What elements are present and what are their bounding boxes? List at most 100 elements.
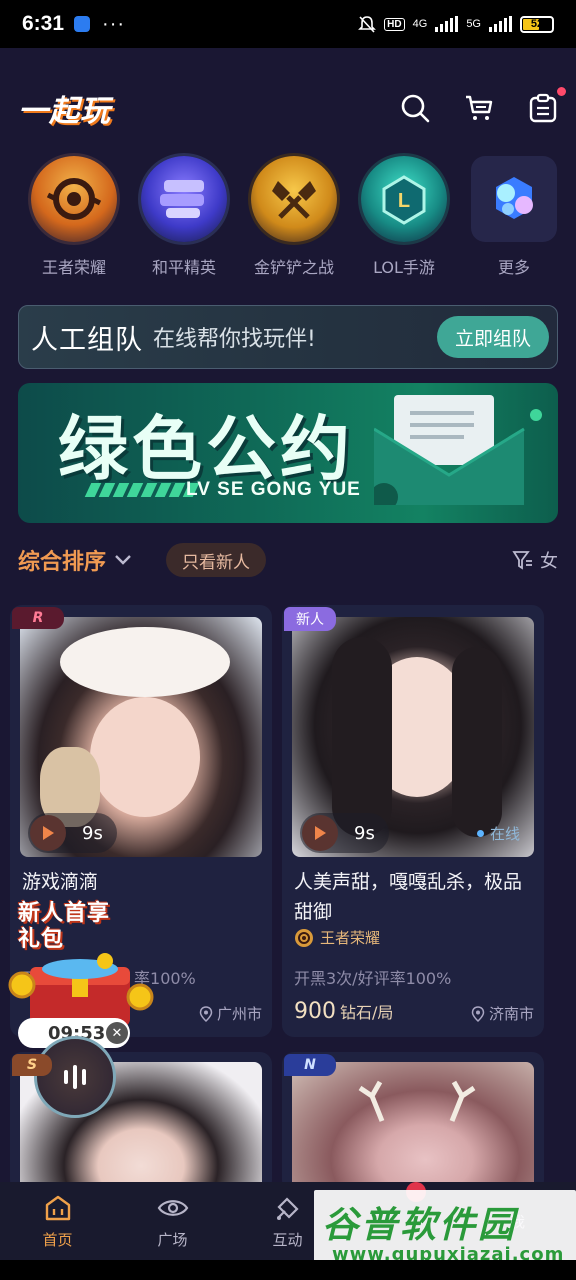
promo-line1: 新人首享 <box>18 901 111 926</box>
app-logo: 一起玩 <box>18 94 111 129</box>
status-bar: 6:31 ··· HD 4G 5G 52 <box>0 0 576 48</box>
hd-badge: HD <box>384 17 405 31</box>
app-notification-icon <box>74 16 91 32</box>
banner-subtitle: LV SE GONG YUE <box>186 479 361 500</box>
antler-decoration-icon <box>358 1080 476 1122</box>
honor-of-kings-icon <box>295 928 313 947</box>
notification-dot <box>557 87 566 96</box>
team-banner-subtitle: 在线帮你找玩伴! <box>153 327 316 352</box>
more-games-icon <box>471 156 557 242</box>
card-city: 广州市 <box>199 1003 262 1024</box>
sort-label: 综合排序 <box>18 550 107 575</box>
banner-stripes <box>84 483 200 497</box>
team-banner-title: 人工组队 <box>31 324 143 356</box>
location-icon <box>471 1005 485 1022</box>
net-4g-label: 4G <box>412 18 428 30</box>
game-label: 金铲铲之战 <box>253 258 334 277</box>
voice-intro-button[interactable]: 9s <box>28 813 117 853</box>
music-player-button[interactable] <box>34 1036 116 1118</box>
play-icon <box>30 815 66 851</box>
price-unit: 钻石/局 <box>340 1003 394 1022</box>
tab-square[interactable]: 广场 <box>115 1182 230 1260</box>
svg-text:L: L <box>398 190 410 212</box>
game-peace-elite[interactable]: 和平精英 <box>134 156 234 278</box>
home-icon <box>45 1195 70 1220</box>
sort-dropdown[interactable]: 综合排序 <box>18 544 132 576</box>
mute-icon <box>358 16 377 33</box>
battery-level: 52 <box>530 18 544 30</box>
game-label: 王者荣耀 <box>41 258 106 277</box>
city-label: 济南市 <box>488 1005 534 1023</box>
game-label: 更多 <box>497 258 530 277</box>
eye-icon <box>157 1199 188 1216</box>
interact-icon <box>276 1196 299 1220</box>
game-categories: 王者荣耀 和平精英 金铲铲之战 L LOL手游 更多 <box>24 156 564 278</box>
voice-duration: 9s <box>82 822 103 844</box>
orders-button[interactable] <box>528 87 566 123</box>
companion-card[interactable]: 新人 9s 在线 人美声甜，嘎嘎乱杀，极品甜御 王者荣耀 开黑3次/好评率100… <box>282 605 544 1037</box>
price-value: 900 <box>294 999 336 1024</box>
game-golden-spatula[interactable]: 金铲铲之战 <box>244 156 344 278</box>
tab-label: 广场 <box>157 1230 188 1249</box>
sort-bar: 综合排序 只看新人 女 <box>18 540 558 580</box>
battery-icon: 52 <box>520 15 554 33</box>
profile-photo: 9s 在线 <box>292 617 534 857</box>
rank-tag: N <box>284 1054 336 1076</box>
new-tag: 新人 <box>284 607 336 631</box>
filter-label: 女 <box>540 551 558 572</box>
game-label: LOL手游 <box>373 258 435 277</box>
clipboard-icon <box>529 93 557 123</box>
game-name: 王者荣耀 <box>320 929 381 947</box>
envelope-icon <box>374 395 542 505</box>
card-title: 人美声甜，嘎嘎乱杀，极品甜御 <box>294 871 523 923</box>
card-city: 济南市 <box>471 1003 534 1024</box>
online-label: 在线 <box>489 825 520 843</box>
companion-card[interactable]: N <box>282 1052 544 1192</box>
team-up-button[interactable]: 立即组队 <box>437 316 549 358</box>
lol-mobile-icon: L <box>361 156 447 242</box>
game-lol-mobile[interactable]: L LOL手游 <box>354 156 454 278</box>
team-up-banner[interactable]: 人工组队 在线帮你找玩伴! 立即组队 <box>18 305 558 369</box>
card-stats: 开黑3次/好评率100% <box>294 969 452 988</box>
signal-icon <box>435 16 459 32</box>
peace-elite-icon <box>141 156 227 242</box>
green-pact-banner[interactable]: 绿色公约 LV SE GONG YUE <box>18 383 558 523</box>
voice-intro-button[interactable]: 9s <box>300 813 389 853</box>
card-title: 游戏滴滴 <box>22 871 99 893</box>
online-status: 在线 <box>476 823 520 844</box>
rank-tag: R <box>12 607 64 629</box>
profile-photo <box>292 1062 534 1192</box>
game-label: 和平精英 <box>151 258 216 277</box>
city-label: 广州市 <box>216 1005 262 1023</box>
filter-icon <box>512 551 532 570</box>
tab-label: 首页 <box>42 1230 73 1249</box>
rank-tag: S <box>12 1054 52 1076</box>
game-more[interactable]: 更多 <box>464 156 564 278</box>
golden-spatula-icon <box>251 156 337 242</box>
tab-label: 互动 <box>272 1230 303 1249</box>
profile-photo: 9s <box>20 617 262 857</box>
signal-icon <box>489 16 512 32</box>
new-only-chip[interactable]: 只看新人 <box>166 543 267 577</box>
tab-home[interactable]: 首页 <box>0 1182 115 1260</box>
gender-filter[interactable]: 女 <box>512 547 558 573</box>
honor-of-kings-icon <box>31 156 117 242</box>
search-icon[interactable] <box>400 93 430 123</box>
system-nav-bar <box>0 1260 576 1280</box>
close-icon[interactable]: ✕ <box>106 1022 128 1044</box>
promo-text: 新人首享 礼包 <box>18 901 110 953</box>
cart-icon[interactable] <box>464 93 494 123</box>
status-right: HD 4G 5G 52 <box>358 15 554 33</box>
play-icon <box>302 815 338 851</box>
status-time: 6:31 <box>22 12 65 35</box>
chevron-down-icon <box>115 555 131 565</box>
app-header: 一起玩 <box>18 82 566 134</box>
game-honor-of-kings[interactable]: 王者荣耀 <box>24 156 124 278</box>
voice-duration: 9s <box>354 822 375 844</box>
location-icon <box>199 1005 213 1022</box>
card-game: 王者荣耀 <box>294 927 380 948</box>
watermark-title: 谷普软件园 <box>322 1205 518 1246</box>
net-5g-label: 5G <box>466 18 481 30</box>
status-more: ··· <box>102 12 126 35</box>
card-price: 900 钻石/局 <box>294 999 393 1024</box>
